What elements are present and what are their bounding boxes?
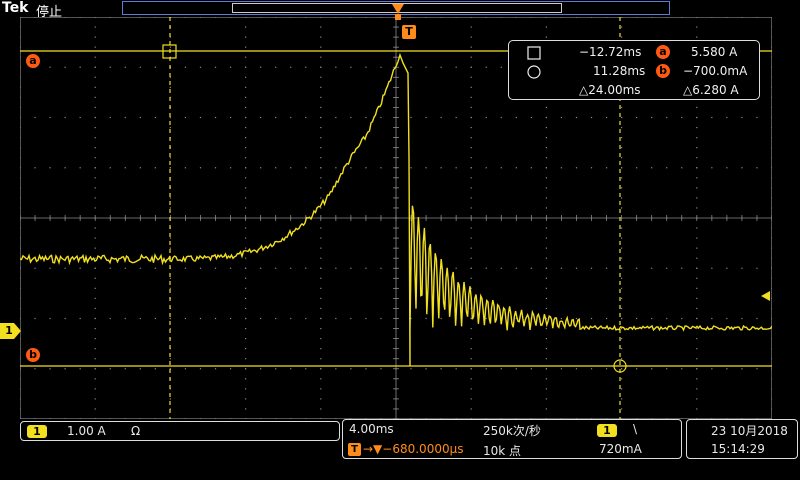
datetime-panel: 23 10月2018 15:14:29 — [686, 419, 798, 459]
delta-time: △24.00ms — [579, 83, 641, 97]
cursor-b-badge: b — [656, 64, 670, 78]
cursor-a-marker[interactable]: a — [26, 54, 40, 68]
delta-value: △6.280 A — [683, 83, 739, 97]
trigger-position-value: →▼−680.0000µs — [363, 442, 464, 456]
trigger-level: 720mA — [599, 442, 642, 456]
channel-1-scale: 1.00 A — [67, 424, 106, 438]
timebase-trigger-panel[interactable]: 4.00ms 250k次/秒 1 \ T →▼−680.0000µs 10k 点… — [342, 419, 682, 459]
square-cursor-icon — [527, 46, 541, 60]
cursor-a-badge: a — [656, 45, 670, 59]
sample-rate: 250k次/秒 — [483, 424, 541, 438]
trigger-position-icon: T — [348, 443, 361, 456]
trigger-source-badge: 1 — [597, 424, 617, 437]
cursor-b-marker[interactable]: b — [26, 348, 40, 362]
cursor-2-time: 11.28ms — [593, 64, 646, 78]
brand-logo: Tek — [2, 0, 29, 16]
trigger-level-arrow-icon[interactable] — [760, 290, 772, 302]
cursor-b-value: −700.0mA — [683, 64, 748, 78]
cursor-1-time: −12.72ms — [579, 45, 642, 59]
time-label: 15:14:29 — [711, 442, 765, 456]
channel-1-settings-panel[interactable]: 1 1.00 A Ω — [20, 421, 340, 441]
cursor-readout-panel: −12.72ms a 5.580 A 11.28ms b −700.0mA △2… — [508, 40, 760, 100]
channel-1-badge: 1 — [27, 425, 47, 438]
record-length: 10k 点 — [483, 444, 522, 458]
channel-1-impedance: Ω — [131, 424, 141, 438]
channel-1-marker-label: 1 — [5, 324, 13, 337]
cursor-a-value: 5.580 A — [691, 45, 738, 59]
trigger-slope-icon: \ — [633, 422, 638, 436]
circle-cursor-icon — [527, 65, 541, 79]
date-label: 23 10月2018 — [711, 424, 788, 438]
trigger-position-marker[interactable] — [390, 0, 410, 22]
time-per-division: 4.00ms — [349, 422, 394, 436]
trigger-t-marker[interactable]: T — [402, 25, 416, 39]
